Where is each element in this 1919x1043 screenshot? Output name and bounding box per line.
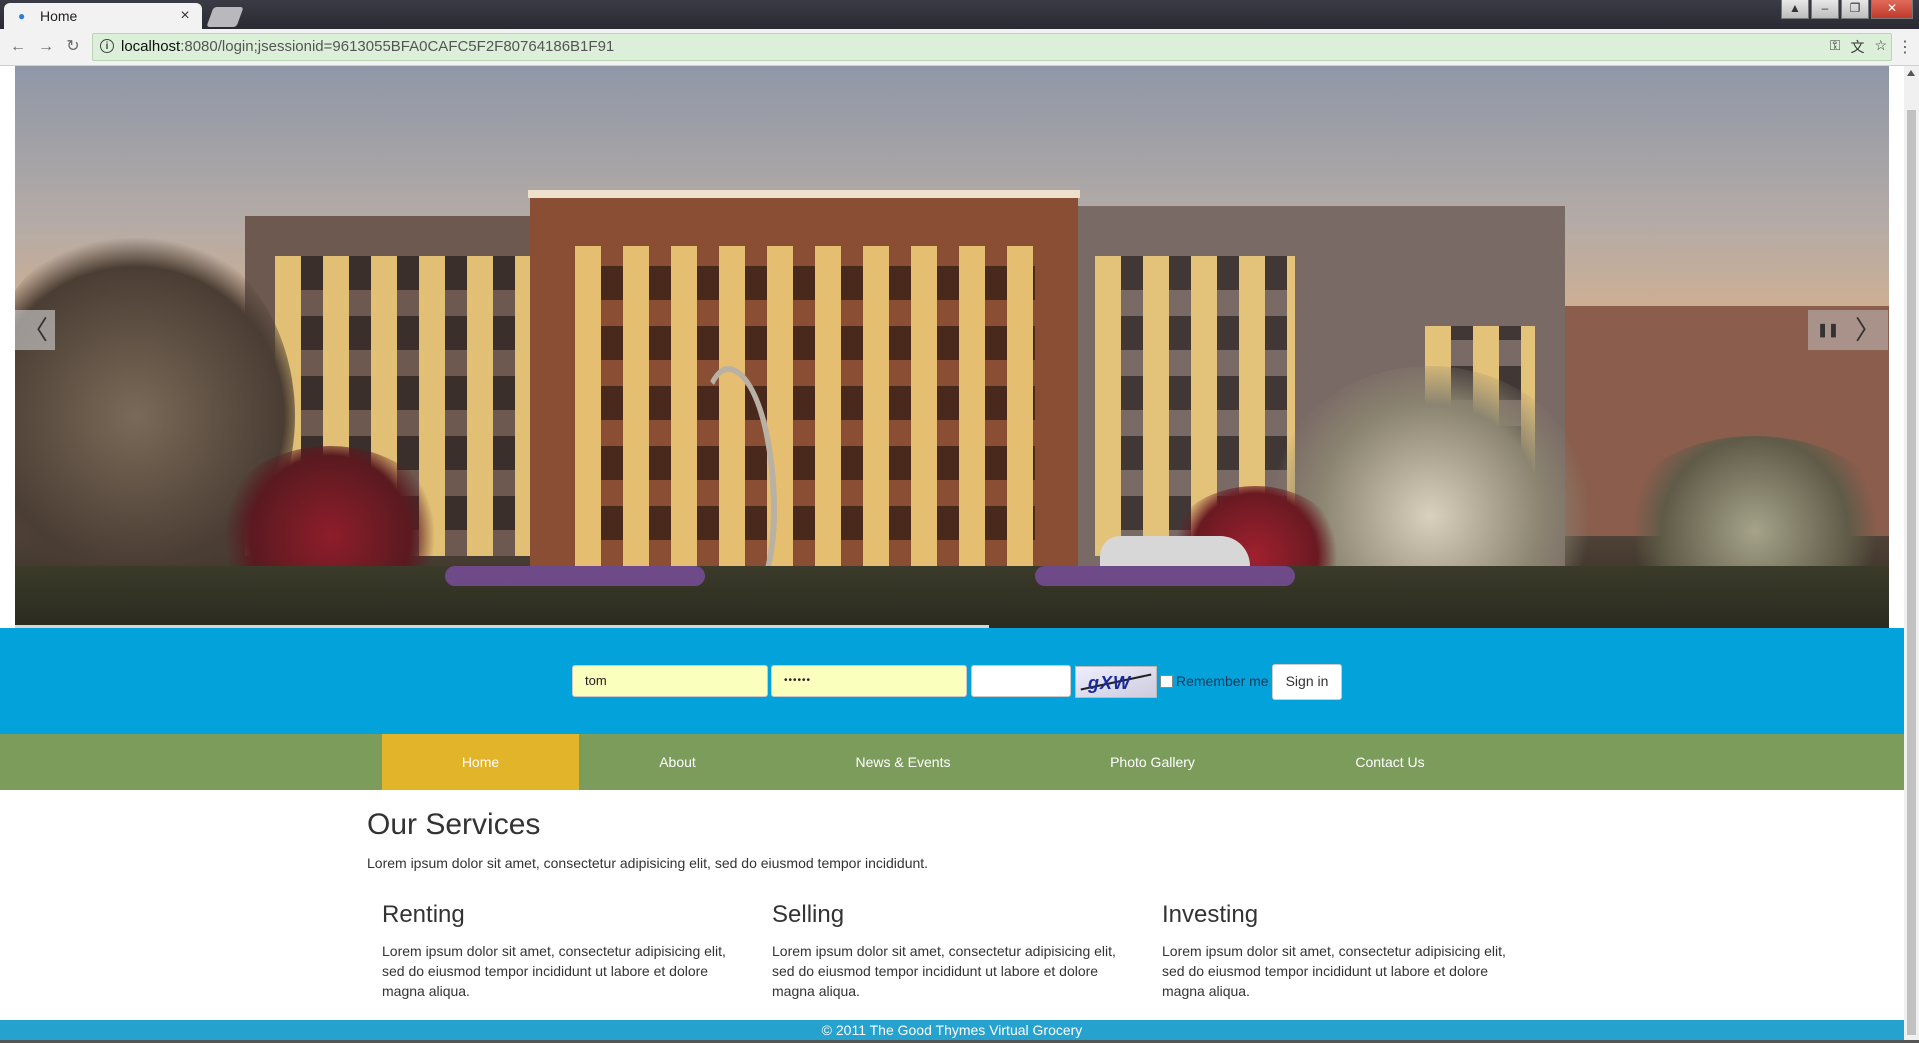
services-intro: Lorem ipsum dolor sit amet, consectetur …: [367, 855, 929, 871]
password-input[interactable]: ••••••: [771, 665, 967, 697]
sign-in-button[interactable]: Sign in: [1272, 664, 1342, 700]
bookmark-star-icon[interactable]: ☆: [1874, 37, 1887, 57]
service-column-selling: Selling Lorem ipsum dolor sit amet, cons…: [772, 901, 1132, 1001]
nav-item-photo-gallery[interactable]: Photo Gallery: [1030, 734, 1275, 790]
window-maximize-button[interactable]: ❐: [1841, 0, 1869, 19]
browser-tab-home[interactable]: ● Home ×: [4, 3, 202, 29]
nav-item-about[interactable]: About: [579, 734, 776, 790]
tab-favicon-icon: ●: [18, 9, 26, 23]
browser-menu-icon[interactable]: ⋮: [1897, 37, 1913, 57]
window-controls: ▲ – ❐ ✕: [1781, 0, 1913, 19]
building-roof-light: [528, 190, 1080, 198]
tab-title: Home: [40, 8, 78, 24]
browser-titlebar: ● Home × ▲ – ❐ ✕: [0, 0, 1919, 29]
service-title: Selling: [772, 901, 845, 928]
building-windows: [575, 246, 1035, 566]
address-url[interactable]: localhost:8080/login;jsessionid=9613055B…: [121, 38, 614, 55]
nav-item-contact-us[interactable]: Contact Us: [1275, 734, 1505, 790]
slider-controls: ❚❚ 〉: [1808, 310, 1888, 350]
scroll-up-arrow-icon[interactable]: [1907, 70, 1915, 76]
nav-item-news-events[interactable]: News & Events: [776, 734, 1030, 790]
key-icon[interactable]: ⚿: [1830, 37, 1841, 57]
reload-icon[interactable]: ↻: [63, 37, 83, 57]
captcha-text: gXW: [1088, 673, 1131, 693]
slider-next-arrow-icon[interactable]: 〉: [1848, 310, 1888, 350]
browser-toolbar: ← → ↻ i localhost:8080/login;jsessionid=…: [0, 29, 1919, 66]
hero-slider-image: [15, 66, 1889, 628]
site-info-icon[interactable]: i: [100, 39, 114, 53]
back-arrow-icon[interactable]: ←: [8, 37, 28, 57]
service-title: Investing: [1162, 901, 1259, 928]
captcha-input[interactable]: [971, 665, 1071, 697]
service-text: Lorem ipsum dolor sit amet, consectetur …: [382, 943, 726, 999]
forward-arrow-icon[interactable]: →: [36, 37, 56, 57]
remember-me-label: Remember me: [1176, 673, 1269, 689]
address-bar-icons: ⚿ 文 ☆: [1830, 37, 1887, 57]
service-text: Lorem ipsum dolor sit amet, consectetur …: [1162, 943, 1506, 999]
service-text: Lorem ipsum dolor sit amet, consectetur …: [772, 943, 1116, 999]
captcha-image[interactable]: gXW: [1075, 666, 1157, 698]
service-column-renting: Renting Lorem ipsum dolor sit amet, cons…: [382, 901, 742, 1001]
service-title: Renting: [382, 901, 465, 928]
main-nav: Home About News & Events Photo Gallery C…: [0, 734, 1904, 790]
services-title: Our Services: [367, 808, 541, 841]
translate-icon[interactable]: 文: [1850, 37, 1864, 57]
window-close-button[interactable]: ✕: [1871, 0, 1913, 19]
service-column-investing: Investing Lorem ipsum dolor sit amet, co…: [1162, 901, 1522, 1001]
window-user-icon[interactable]: ▲: [1781, 0, 1809, 19]
url-host: localhost: [121, 38, 181, 55]
footer: © 2011 The Good Thymes Virtual Grocery: [0, 1020, 1904, 1040]
flower-bed: [1035, 566, 1295, 586]
tab-close-icon[interactable]: ×: [176, 7, 194, 25]
flower-bed: [445, 566, 705, 586]
remember-me-checkbox[interactable]: [1160, 675, 1173, 688]
slider-prev-arrow-icon[interactable]: 〈: [15, 310, 55, 350]
username-input[interactable]: tom: [572, 665, 768, 697]
ground: [15, 566, 1889, 628]
nav-item-home[interactable]: Home: [382, 734, 579, 790]
address-bar[interactable]: i localhost:8080/login;jsessionid=961305…: [92, 33, 1892, 61]
window-minimize-button[interactable]: –: [1811, 0, 1839, 19]
scrollbar-thumb[interactable]: [1907, 110, 1916, 1035]
url-path: :8080/login;jsessionid=9613055BFA0CAFC5F…: [180, 38, 615, 55]
new-tab-button[interactable]: [206, 7, 244, 27]
slider-pause-icon[interactable]: ❚❚: [1808, 310, 1848, 350]
page-scrollbar[interactable]: [1904, 66, 1919, 1043]
